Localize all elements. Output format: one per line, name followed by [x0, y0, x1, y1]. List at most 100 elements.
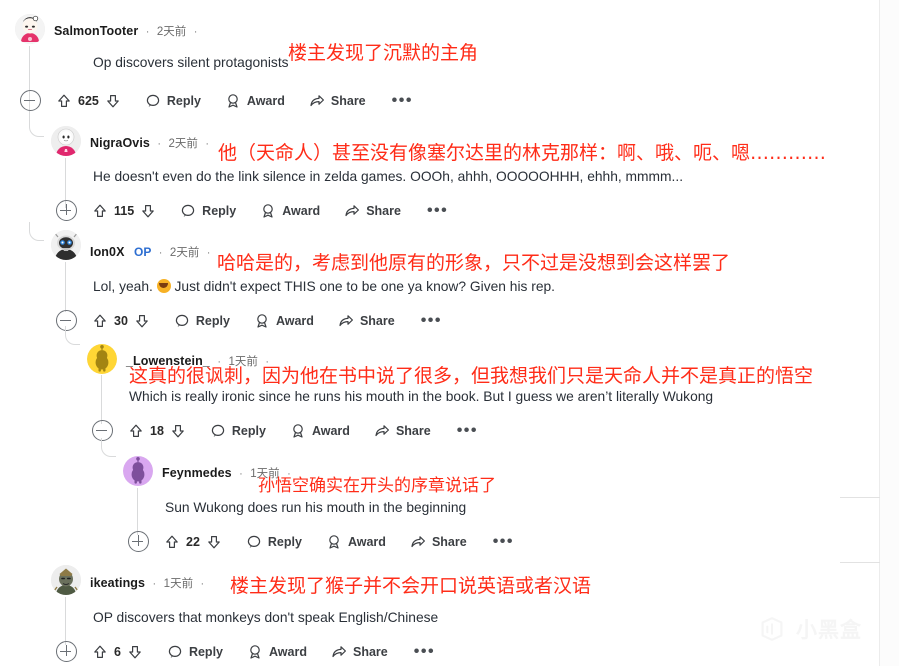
comment-body: Lol, yeah. Just didn't expect THIS one t…	[93, 278, 555, 296]
award-ribbon-icon	[329, 534, 339, 549]
more-options-button[interactable]: •••	[427, 202, 448, 218]
share-button[interactable]: Share	[331, 644, 388, 660]
meta-separator: ·	[200, 578, 205, 590]
timestamp: 2天前	[168, 138, 198, 150]
translation-overlay: 他（天命人）甚至没有像塞尔达里的林克那样：啊、哦、呃、嗯…………	[218, 142, 827, 164]
comment-bubble-icon	[247, 535, 261, 548]
award-ribbon-icon	[293, 423, 303, 438]
comment-bubble-icon	[175, 314, 189, 327]
more-options-button[interactable]: •••	[457, 422, 478, 438]
vote-group: 6	[92, 644, 143, 660]
vote-group: 625	[56, 93, 121, 109]
username[interactable]: NigraOvis	[90, 136, 150, 150]
reply-button[interactable]: Reply	[180, 203, 236, 219]
more-options-button[interactable]: •••	[421, 312, 442, 328]
thread-line[interactable]	[137, 488, 138, 535]
comment-body: OP discovers that monkeys don't speak En…	[93, 610, 439, 625]
action-bar: 30 Reply Award Share •••	[56, 310, 442, 331]
downvote-icon[interactable]	[134, 313, 150, 329]
share-button[interactable]: Share	[309, 93, 366, 109]
reply-label: Reply	[202, 203, 237, 218]
downvote-icon[interactable]	[140, 203, 156, 219]
expand-toggle[interactable]	[56, 641, 77, 662]
share-label: Share	[431, 534, 467, 549]
translation-overlay: 楼主发现了猴子并不会开口说英语或者汉语	[230, 575, 592, 597]
translation-overlay: 哈哈是的，考虑到他原有的形象，只不过是没想到会这样罢了	[217, 252, 731, 274]
action-bar: 115 Reply Award Share •••	[56, 200, 448, 221]
avatar[interactable]	[123, 456, 153, 486]
more-options-button[interactable]: •••	[414, 643, 435, 659]
downvote-icon[interactable]	[127, 644, 143, 660]
downvote-icon[interactable]	[105, 93, 121, 109]
collapse-toggle[interactable]	[20, 90, 41, 111]
award-button[interactable]: Award	[247, 644, 307, 660]
upvote-icon[interactable]	[164, 534, 180, 550]
vote-group: 22	[164, 534, 222, 550]
avatar[interactable]	[51, 126, 81, 156]
award-button[interactable]: Award	[326, 534, 386, 550]
reply-button[interactable]: Reply	[174, 313, 230, 329]
reply-button[interactable]: Reply	[145, 93, 201, 109]
share-label: Share	[366, 203, 401, 218]
lowenstein-avatar-icon	[87, 344, 117, 374]
username[interactable]: Ion0X	[90, 245, 125, 259]
thread-line[interactable]	[101, 375, 102, 424]
meta-separator: ·	[152, 578, 157, 590]
rail-divider	[840, 497, 880, 498]
timestamp: 2天前	[156, 26, 187, 38]
thread-line[interactable]	[65, 597, 66, 645]
award-label: Award	[269, 644, 307, 659]
username[interactable]: ikeatings	[90, 576, 145, 590]
vote-group: 115	[92, 203, 156, 219]
expand-toggle[interactable]	[128, 531, 149, 552]
avatar[interactable]	[87, 344, 117, 374]
share-button[interactable]: Share	[338, 313, 395, 329]
avatar[interactable]	[51, 565, 81, 595]
reply-label: Reply	[195, 313, 230, 328]
upvote-icon[interactable]	[92, 313, 108, 329]
upvote-icon[interactable]	[92, 644, 108, 660]
comment-bubble-icon	[168, 645, 182, 658]
thread-connector	[65, 326, 80, 345]
award-ribbon-icon	[257, 313, 267, 328]
upvote-icon[interactable]	[56, 93, 72, 109]
share-label: Share	[395, 423, 431, 438]
comment-body: Op discovers silent protagonists	[93, 55, 289, 70]
share-button[interactable]: Share	[344, 203, 401, 219]
avatar[interactable]	[15, 14, 45, 44]
upvote-icon[interactable]	[92, 203, 108, 219]
username[interactable]: Feynmedes	[162, 466, 232, 480]
award-button[interactable]: Award	[260, 203, 320, 219]
reply-button[interactable]: Reply	[210, 423, 266, 439]
ion0x-avatar-icon	[51, 230, 81, 260]
award-button[interactable]: Award	[254, 313, 314, 329]
vote-count: 18	[150, 423, 164, 438]
thread-line[interactable]	[65, 262, 66, 312]
comment-body: Which is really ironic since he runs his…	[129, 389, 714, 404]
username[interactable]: SalmonTooter	[54, 24, 138, 38]
award-label: Award	[311, 423, 350, 438]
comment-bubble-icon	[181, 204, 195, 217]
award-ribbon-icon	[228, 93, 238, 108]
upvote-icon[interactable]	[128, 423, 144, 439]
more-options-button[interactable]: •••	[392, 92, 413, 108]
downvote-icon[interactable]	[170, 423, 186, 439]
reply-button[interactable]: Reply	[167, 644, 223, 660]
comment-body-part-2: Just didn't expect THIS one to be one ya…	[174, 279, 556, 294]
award-button[interactable]: Award	[290, 423, 350, 439]
reply-button[interactable]: Reply	[246, 534, 302, 550]
share-button[interactable]: Share	[410, 534, 467, 550]
expand-toggle[interactable]	[56, 200, 77, 221]
more-options-button[interactable]: •••	[493, 533, 514, 549]
downvote-icon[interactable]	[206, 534, 222, 550]
reply-label: Reply	[267, 534, 302, 549]
award-button[interactable]: Award	[225, 93, 285, 109]
share-button[interactable]: Share	[374, 423, 431, 439]
reply-label: Reply	[166, 93, 201, 108]
meta-separator: ·	[206, 247, 211, 259]
share-arrow-icon	[310, 94, 324, 106]
timestamp: 1天前	[163, 578, 194, 590]
vote-group: 18	[128, 423, 186, 439]
vertical-scrollbar[interactable]	[879, 0, 899, 666]
avatar[interactable]	[51, 230, 81, 260]
